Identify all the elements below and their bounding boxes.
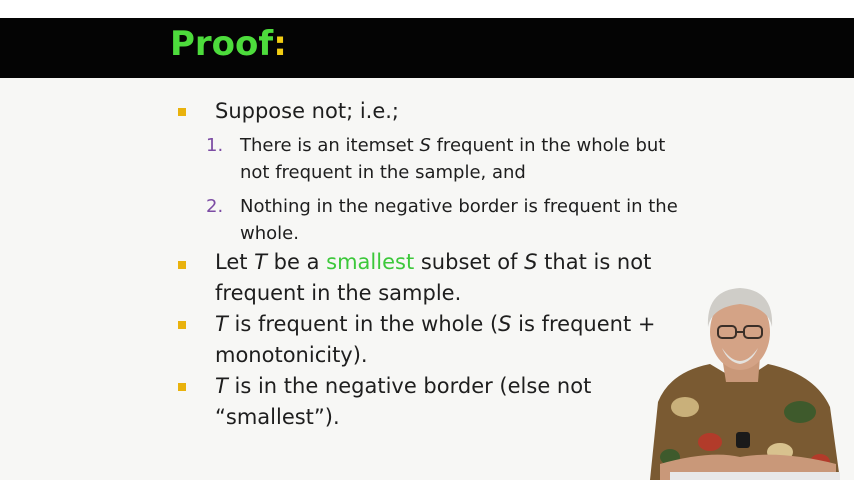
- b3-part-a: is frequent in the whole (: [227, 312, 499, 336]
- numbered-item-2-text: Nothing in the negative border is freque…: [240, 193, 710, 247]
- b4-var-T: T: [215, 374, 228, 398]
- b3-part-b: is frequent +: [511, 312, 656, 336]
- b2-part-c: subset of: [414, 250, 525, 274]
- b2-part-b: be a: [267, 250, 327, 274]
- n1-line-2: not frequent in the sample, and: [240, 162, 526, 183]
- b2-var-S: S: [524, 250, 538, 274]
- bullet-4-text: T is in the negative border (else not “s…: [215, 371, 685, 433]
- n2-line-1: Nothing in the negative border is freque…: [240, 196, 678, 217]
- numbered-item-2-number: 2.: [206, 196, 224, 217]
- b2-smallest-highlight: smallest: [326, 250, 415, 274]
- b4-line-2: “smallest”).: [215, 405, 340, 429]
- bullet-3-text: T is frequent in the whole (S is frequen…: [215, 309, 685, 371]
- b3-var-T: T: [215, 312, 228, 336]
- b2-line-2: frequent in the sample.: [215, 281, 462, 305]
- presenter-video-overlay: [650, 288, 840, 480]
- numbered-item-1-text: There is an itemset S frequent in the wh…: [240, 132, 710, 186]
- b3-var-S: S: [498, 312, 512, 336]
- slide-title-colon: :: [273, 24, 287, 64]
- numbered-item-1-number: 1.: [206, 135, 224, 156]
- b3-line-2: monotonicity).: [215, 343, 368, 367]
- n1-var-S: S: [419, 135, 431, 156]
- b2-part-d: that is not: [537, 250, 652, 274]
- bullet-1-text: Suppose not; i.e.;: [215, 99, 400, 123]
- bullet-marker-3: [178, 321, 186, 329]
- bullet-marker-2: [178, 261, 186, 269]
- b2-part-a: Let: [215, 250, 255, 274]
- top-strip: [0, 0, 854, 18]
- b2-var-T: T: [254, 250, 267, 274]
- slide-title: Proof:: [170, 22, 287, 66]
- b4-part-a: is in the negative border (else not: [227, 374, 592, 398]
- slide-title-bar: Proof:: [0, 18, 854, 78]
- bullet-marker-1: [178, 108, 186, 116]
- slide-title-text: Proof: [170, 24, 274, 64]
- bullet-2-text: Let T be a smallest subset of S that is …: [215, 247, 685, 309]
- n2-line-2: whole.: [240, 223, 299, 244]
- n1-part-b: frequent in the whole but: [430, 135, 666, 156]
- bullet-marker-4: [178, 383, 186, 391]
- n1-part-a: There is an itemset: [240, 135, 420, 156]
